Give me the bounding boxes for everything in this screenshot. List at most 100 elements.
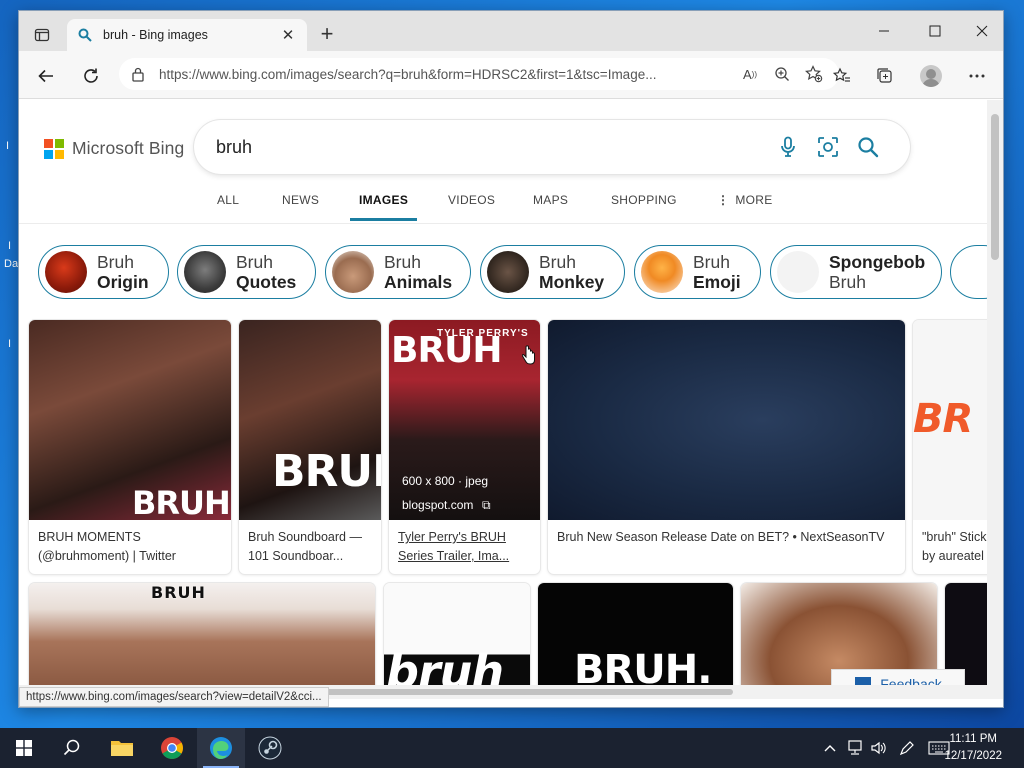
scope-more-label: MORE: [735, 193, 773, 207]
browser-tab[interactable]: bruh - Bing images ✕: [67, 19, 307, 51]
related-pill[interactable]: Bruh Quotes: [177, 245, 316, 299]
result-caption[interactable]: (@bruhmoment) | Twitter: [38, 547, 176, 566]
address-bar[interactable]: https://www.bing.com/images/search?q=bru…: [119, 58, 839, 90]
result-image[interactable]: BR: [913, 320, 989, 520]
result-caption[interactable]: by aureatel: [922, 547, 984, 566]
visual-search-icon[interactable]: [808, 127, 848, 167]
taskbar-steam[interactable]: [246, 728, 294, 768]
scope-maps[interactable]: MAPS: [533, 193, 568, 221]
image-result[interactable]: BRUH: [29, 583, 375, 699]
maximize-button[interactable]: [912, 11, 958, 51]
start-button[interactable]: [0, 728, 48, 768]
result-caption[interactable]: "bruh" Stick: [922, 528, 986, 547]
image-result[interactable]: BRUH Bruh Soundboard — 101 Soundboar...: [239, 320, 381, 574]
result-image[interactable]: [548, 320, 905, 520]
scope-all[interactable]: ALL: [217, 193, 239, 221]
image-size-label: 600 x 800 · jpeg: [402, 474, 489, 488]
related-pill[interactable]: Bruh Emoji: [634, 245, 761, 299]
image-result[interactable]: BRUH.: [538, 583, 733, 699]
result-caption[interactable]: Tyler Perry's BRUH: [398, 528, 506, 547]
microphone-icon[interactable]: [768, 127, 808, 167]
favorites-icon[interactable]: [827, 61, 857, 91]
image-result[interactable]: TYLER PERRY'S BRUH 600 x 800 · jpeg blog…: [389, 320, 540, 574]
external-link-icon[interactable]: ⧉: [482, 498, 491, 513]
settings-more-icon[interactable]: [962, 61, 992, 91]
related-pill[interactable]: [950, 245, 989, 299]
vertical-scrollbar[interactable]: [987, 100, 1003, 699]
chrome-icon: [161, 737, 183, 759]
image-source-label[interactable]: blogspot.com: [402, 498, 473, 512]
steam-icon: [258, 736, 282, 760]
pill-thumbnail: [184, 251, 226, 293]
related-pill[interactable]: Bruh Animals: [325, 245, 471, 299]
result-image[interactable]: BRUH: [239, 320, 381, 520]
pill-thumbnail: [332, 251, 374, 293]
pill-thumbnail: [777, 251, 819, 293]
vertical-scrollbar-thumb[interactable]: [991, 114, 999, 260]
scope-nav: ALL NEWS IMAGES VIDEOS MAPS SHOPPING ⋮ MO…: [19, 188, 989, 224]
image-result[interactable]: bruh: [384, 583, 530, 699]
image-result[interactable]: Bruh New Season Release Date on BET? • N…: [548, 320, 905, 574]
result-image[interactable]: bruh: [384, 583, 530, 699]
scope-shopping[interactable]: SHOPPING: [611, 193, 677, 221]
folder-icon: [111, 741, 133, 756]
desktop-icon-label: I: [8, 338, 12, 350]
search-icon[interactable]: [848, 127, 888, 167]
pill-label-bottom: Origin: [97, 272, 149, 292]
related-pill[interactable]: Bruh Origin: [38, 245, 169, 299]
scope-images[interactable]: IMAGES: [350, 193, 418, 221]
new-tab-button[interactable]: +: [315, 21, 339, 49]
pill-label-bottom: Bruh: [829, 272, 866, 292]
result-caption[interactable]: Bruh New Season Release Date on BET? • N…: [557, 528, 884, 547]
read-aloud-icon[interactable]: A)): [737, 62, 763, 86]
clock-date: 12/17/2022: [944, 750, 1002, 762]
add-favorite-icon[interactable]: [801, 62, 827, 86]
pen-icon[interactable]: [896, 728, 918, 768]
tab-actions-icon[interactable]: [27, 20, 57, 50]
pill-label-bottom: Monkey: [539, 272, 605, 292]
pill-label-top: Spongebob: [829, 252, 926, 272]
scope-news[interactable]: NEWS: [282, 193, 319, 221]
refresh-button[interactable]: [76, 61, 106, 91]
taskbar-chrome[interactable]: [148, 728, 196, 768]
pill-thumbnail: [487, 251, 529, 293]
collections-icon[interactable]: [870, 61, 900, 91]
close-window-button[interactable]: [959, 11, 1003, 51]
result-caption[interactable]: Series Trailer, Ima...: [398, 547, 509, 566]
result-image[interactable]: BRUH: [29, 583, 375, 699]
profile-avatar[interactable]: [916, 61, 946, 91]
related-pill[interactable]: Bruh Monkey: [480, 245, 625, 299]
network-icon[interactable]: [843, 728, 867, 768]
more-dots-icon: ⋮: [717, 193, 730, 207]
taskbar-edge[interactable]: [197, 728, 245, 768]
related-pill[interactable]: Spongebob Bruh: [770, 245, 942, 299]
result-image[interactable]: BRUH: [29, 320, 231, 522]
address-url[interactable]: https://www.bing.com/images/search?q=bru…: [159, 67, 731, 82]
search-input[interactable]: bruh: [216, 137, 768, 158]
result-caption[interactable]: 101 Soundboar...: [248, 547, 343, 566]
lock-icon[interactable]: [131, 66, 145, 82]
result-image[interactable]: TYLER PERRY'S BRUH 600 x 800 · jpeg blog…: [389, 320, 540, 520]
image-result[interactable]: BR "bruh" Stick by aureatel: [913, 320, 989, 574]
scope-more[interactable]: ⋮ MORE: [717, 193, 773, 221]
zoom-icon[interactable]: [769, 62, 795, 86]
back-button[interactable]: [31, 61, 61, 91]
image-overlay-text: BRUH: [132, 484, 231, 522]
taskbar-file-explorer[interactable]: [98, 728, 146, 768]
tray-overflow-icon[interactable]: [820, 728, 840, 768]
taskbar-clock[interactable]: 11:11 PM 12/17/2022: [944, 731, 1002, 765]
scope-videos[interactable]: VIDEOS: [448, 193, 495, 221]
taskbar-search-button[interactable]: [48, 728, 96, 768]
pill-label-top: Bruh: [539, 252, 576, 272]
bing-logo[interactable]: Microsoft Bing: [44, 138, 184, 159]
result-image[interactable]: BRUH.: [538, 583, 733, 699]
result-caption[interactable]: Bruh Soundboard —: [248, 528, 362, 547]
image-result[interactable]: BRUH BRUH MOMENTS (@bruhmoment) | Twitte…: [29, 320, 231, 574]
volume-icon[interactable]: [868, 728, 890, 768]
pill-label-top: Bruh: [384, 252, 421, 272]
result-caption[interactable]: BRUH MOMENTS: [38, 528, 141, 547]
minimize-button[interactable]: [861, 11, 907, 51]
bing-search-favicon-icon: [78, 28, 92, 42]
tab-close-icon[interactable]: ✕: [279, 26, 297, 44]
search-box[interactable]: bruh: [194, 120, 910, 174]
